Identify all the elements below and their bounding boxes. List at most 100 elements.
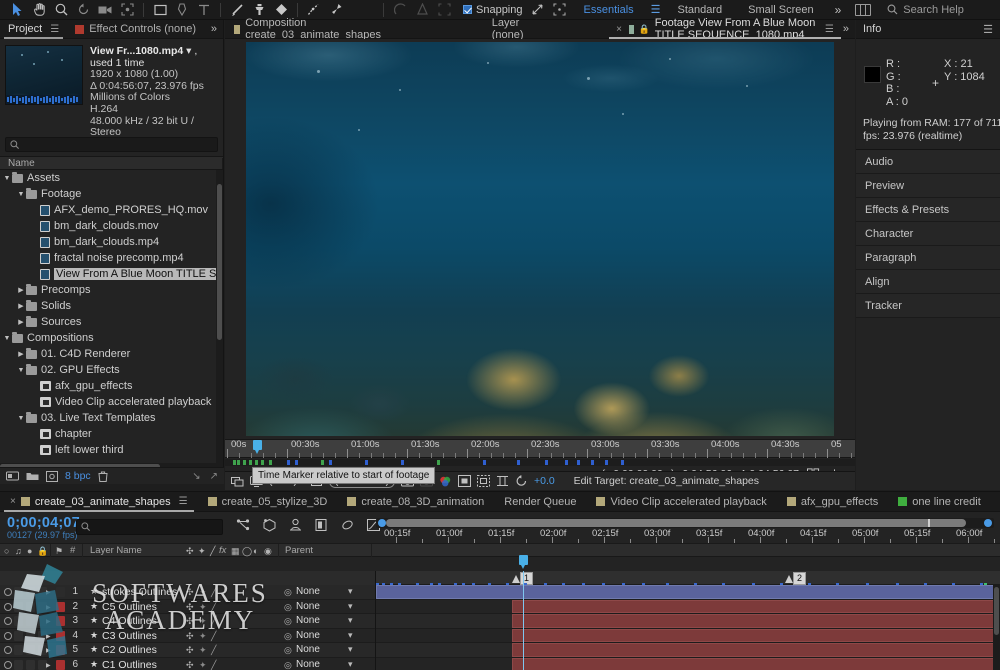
pan-behind-tool-icon[interactable]	[116, 1, 138, 19]
workspace-menu-icon[interactable]: ☰	[647, 3, 665, 16]
footage-time-ruler[interactable]: 00s00:30s01:00s01:30s02:00s02:30s03:00s0…	[225, 439, 855, 458]
pen-tool-icon[interactable]	[171, 1, 193, 19]
channel-rgb-icon[interactable]	[439, 476, 452, 487]
layer-row[interactable]: ▶6★C1 Outlines✣✦╱◎None▾	[0, 658, 1000, 670]
viewer-panel-menu-icon[interactable]: ☰	[825, 24, 834, 35]
tab-layer[interactable]: Layer (none)	[483, 20, 537, 39]
snap-bounds-icon[interactable]	[549, 1, 571, 19]
parent-chevron-down-icon[interactable]: ▾	[348, 659, 353, 670]
panel-tab-effects-presets[interactable]: Effects & Presets	[856, 198, 1000, 222]
project-tree-item[interactable]: chapter	[0, 426, 223, 442]
resize-handle-left-icon[interactable]: ↘	[192, 471, 200, 482]
layer-duration-bar[interactable]	[512, 643, 1000, 657]
info-panel-menu-icon[interactable]: ☰	[983, 23, 993, 36]
layer-parent-value[interactable]: None	[296, 586, 320, 597]
tab-project[interactable]: Project ☰	[0, 20, 67, 39]
parent-pickwhip-icon[interactable]: ◎	[284, 602, 292, 613]
shy-switch-icon[interactable]: ✣	[186, 645, 194, 656]
twirl-icon[interactable]: ▼	[16, 191, 26, 198]
layer-name[interactable]: C3 Outlines	[102, 630, 157, 642]
layer-row[interactable]: ▶2★C5 Outlines✣✦╱◎None▾	[0, 600, 1000, 615]
roto-brush-tool-icon[interactable]	[303, 1, 325, 19]
layer-duration-bar[interactable]	[512, 600, 1000, 614]
project-tree-item[interactable]: bm_dark_clouds.mp4	[0, 234, 223, 250]
layer-name[interactable]: C2 Outlines	[102, 644, 157, 656]
shy-switch-icon[interactable]: ✣	[186, 616, 194, 627]
puppet-pin-tool-icon[interactable]	[325, 1, 347, 19]
timeline-search-input[interactable]	[76, 519, 223, 535]
zoom-tool-icon[interactable]	[50, 1, 72, 19]
layout-switcher-icon[interactable]	[855, 4, 871, 16]
layer-parent-value[interactable]: None	[296, 644, 320, 655]
project-tree-item[interactable]: ▶Solids	[0, 298, 223, 314]
project-tree-item[interactable]: AFX_demo_PRORES_HQ.mov	[0, 202, 223, 218]
item-dropdown-icon[interactable]: ▾	[186, 45, 191, 57]
project-tree-item[interactable]: ▶01. C4D Renderer	[0, 346, 223, 362]
hand-tool-icon[interactable]	[28, 1, 50, 19]
timeline-panel-divider[interactable]	[375, 571, 376, 670]
layer-parent-value[interactable]: None	[296, 601, 320, 612]
search-help-field[interactable]: Search Help	[877, 4, 1000, 16]
panel-tab-tracker[interactable]: Tracker	[856, 294, 1000, 318]
workspace-essentials[interactable]: Essentials	[571, 0, 647, 20]
twirl-icon[interactable]: ▼	[16, 415, 26, 422]
lock-icon[interactable]: 🔒	[639, 24, 650, 35]
parent-chevron-down-icon[interactable]: ▾	[348, 630, 353, 641]
twirl-icon[interactable]: ▶	[16, 350, 26, 358]
timeline-tab[interactable]: one line credit	[888, 492, 991, 512]
parent-pickwhip-icon[interactable]: ◎	[284, 631, 292, 642]
resolution-icon[interactable]	[458, 475, 471, 487]
parent-chevron-down-icon[interactable]: ▾	[348, 615, 353, 626]
project-tree-item[interactable]: left lower third	[0, 442, 223, 458]
shy-switch-icon[interactable]: ✣	[186, 602, 194, 613]
close-icon[interactable]: ×	[616, 24, 622, 35]
zoom-handle-right[interactable]	[984, 519, 992, 527]
mask-feather-tool-icon[interactable]	[389, 1, 411, 19]
quality-switch-icon[interactable]: ╱	[211, 616, 216, 627]
tab-footage[interactable]: × 🔒 Footage View From A Blue Moon TITLE …	[607, 20, 843, 39]
shy-switch-icon[interactable]: ✣	[186, 660, 194, 670]
reset-exposure-icon[interactable]	[515, 475, 528, 487]
timeline-panel-menu-icon[interactable]: ☰	[179, 496, 188, 507]
enable-frame-blending-icon[interactable]	[314, 518, 329, 532]
hide-shy-layers-icon[interactable]	[288, 518, 303, 532]
timeline-tab[interactable]: afx_gpu_effects	[777, 492, 888, 512]
layer-duration-bar[interactable]	[512, 658, 1000, 670]
bit-depth-label[interactable]: 8 bpc	[65, 470, 91, 482]
parent-pickwhip-icon[interactable]: ◎	[284, 587, 292, 598]
panel-tab-character[interactable]: Character	[856, 222, 1000, 246]
quality-switch-icon[interactable]: ╱	[211, 602, 216, 613]
layer-rows[interactable]: ▶1★strokes Outlines✣✦╱◎None▾▶2★C5 Outlin…	[0, 585, 1000, 670]
shape-tool-icon[interactable]	[149, 1, 171, 19]
interpret-footage-icon[interactable]	[6, 471, 19, 481]
project-panel-menu-icon[interactable]: ☰	[50, 24, 59, 35]
project-tree-item[interactable]: bm_dark_clouds.mov	[0, 218, 223, 234]
project-tree-item[interactable]: ▼02. GPU Effects	[0, 362, 223, 378]
type-tool-icon[interactable]	[193, 1, 215, 19]
brush-tool-icon[interactable]	[226, 1, 248, 19]
project-vertical-scrollbar[interactable]	[216, 170, 223, 470]
project-tree-item[interactable]: ▼Assets	[0, 170, 223, 186]
twirl-icon[interactable]: ▼	[16, 367, 26, 374]
project-tree[interactable]: ▼Assets▼FootageAFX_demo_PRORES_HQ.movbm_…	[0, 170, 223, 470]
project-tree-item[interactable]: Video Clip accelerated playback	[0, 394, 223, 410]
collapse-switch-icon[interactable]: ✦	[199, 645, 207, 656]
panel-tab-audio[interactable]: Audio	[856, 150, 1000, 174]
layer-name[interactable]: C5 Outlines	[102, 601, 157, 613]
timeline-zoom-scrollbar[interactable]	[376, 518, 994, 528]
quality-switch-icon[interactable]: ╱	[211, 660, 216, 670]
collapse-switch-icon[interactable]: ✦	[199, 587, 207, 598]
timeline-tab[interactable]: Video Clip accelerated playback	[586, 492, 776, 512]
timeline-vertical-scrollbar[interactable]	[993, 585, 1000, 670]
twirl-icon[interactable]: ▶	[16, 286, 26, 294]
layer-row[interactable]: ▶5★C2 Outlines✣✦╱◎None▾	[0, 643, 1000, 658]
parent-chevron-down-icon[interactable]: ▾	[348, 586, 353, 597]
collapse-switch-icon[interactable]: ✦	[199, 602, 207, 613]
layer-name[interactable]: strokes Outlines	[102, 586, 177, 598]
timeline-ruler[interactable]: 00:15f01:00f01:15f02:00f02:15f03:00f03:1…	[376, 529, 1000, 543]
resize-handle-right-icon[interactable]: ↗	[210, 471, 218, 482]
twirl-icon[interactable]: ▼	[2, 335, 12, 342]
project-tree-item[interactable]: afx_gpu_effects	[0, 378, 223, 394]
selection-tool-icon[interactable]	[6, 1, 28, 19]
composition-mini-flowchart-icon[interactable]	[236, 518, 251, 532]
